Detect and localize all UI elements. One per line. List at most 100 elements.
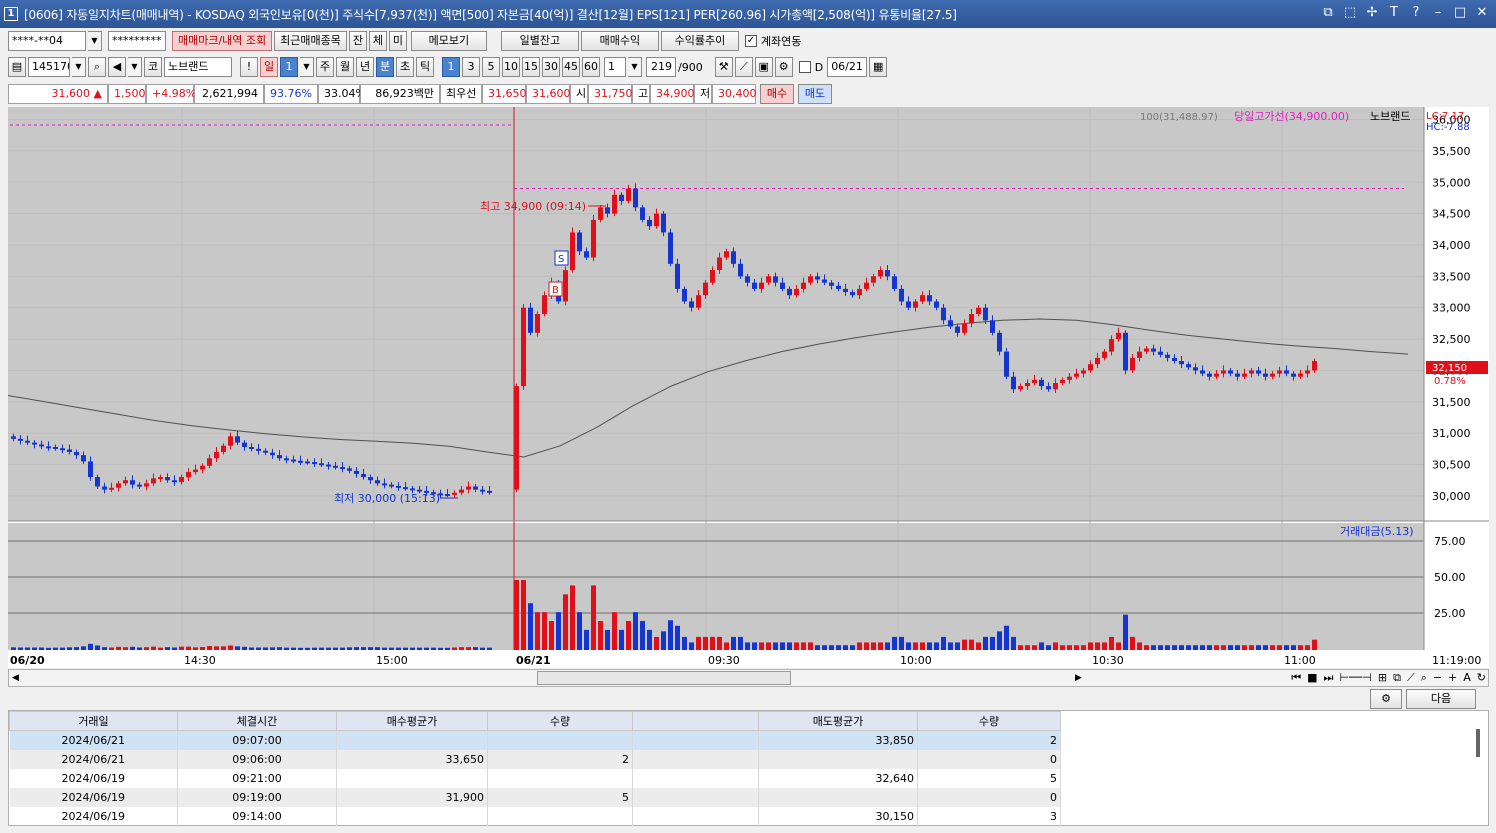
candlestick-chart[interactable]: 36,00035,50035,00034,50034,00033,50033,0…: [8, 107, 1489, 667]
zoom-slider-icon[interactable]: ⊢──⊣: [1339, 670, 1371, 686]
candle-body: [39, 444, 44, 447]
grid-settings-icon[interactable]: ⚙: [1370, 689, 1402, 709]
volume-bar: [535, 612, 540, 650]
table-row[interactable]: 2024/06/19 09:19:00 31,900 5 0: [9, 787, 1061, 807]
indicator-icon[interactable]: ⚒: [714, 57, 733, 77]
balance-button[interactable]: 잔: [348, 31, 367, 51]
link-icon[interactable]: ⧉: [1320, 5, 1336, 20]
interval-1[interactable]: 1: [442, 57, 460, 77]
candle-body: [333, 465, 338, 468]
scroll-left-icon[interactable]: ◀: [12, 670, 19, 686]
date-checkbox[interactable]: [798, 61, 811, 73]
calendar-icon[interactable]: ▦: [869, 57, 888, 77]
volume-bar: [403, 647, 408, 650]
font-icon[interactable]: T: [1386, 5, 1402, 20]
volume-bar: [962, 639, 967, 650]
sell-button[interactable]: 매도: [798, 84, 832, 104]
close-icon[interactable]: ✕: [1474, 5, 1490, 20]
daily-balance-button[interactable]: 일별잔고: [500, 31, 579, 51]
scroll-thumb[interactable]: [537, 671, 791, 685]
volume-bar: [766, 642, 771, 650]
stock-code-input[interactable]: 145170: [28, 57, 70, 77]
volume-bar: [1144, 645, 1149, 650]
speaker-icon[interactable]: ◀: [108, 57, 126, 77]
chart-scrollbar[interactable]: ◀ ▶ ⏮ ■ ⏭ ⊢──⊣ ⊞ ⧉ ⟋ ⌕ − + A ↻: [8, 669, 1489, 687]
table-row[interactable]: 2024/06/19 09:14:00 30,150 3: [9, 806, 1061, 826]
search-icon[interactable]: ⌕: [88, 57, 106, 77]
refresh-icon[interactable]: ↻: [1477, 670, 1486, 686]
alert-button[interactable]: !: [240, 57, 258, 77]
period-day-count[interactable]: 1: [280, 57, 298, 77]
period-tick[interactable]: 틱: [416, 57, 434, 77]
password-input[interactable]: *********: [108, 31, 166, 51]
volume-bar: [347, 647, 352, 650]
price-pane[interactable]: [8, 107, 1424, 521]
scroll-right-icon[interactable]: ▶: [1075, 670, 1082, 686]
volume-bar: [417, 647, 422, 650]
interval-30[interactable]: 30: [542, 57, 560, 77]
unfilled-button[interactable]: 미: [388, 31, 407, 51]
buy-button[interactable]: 매수: [760, 84, 794, 104]
table-cell: [336, 768, 488, 788]
interval-10[interactable]: 10: [502, 57, 520, 77]
period-dropdown-icon[interactable]: ▼: [300, 57, 314, 77]
account-dropdown-icon[interactable]: ▼: [88, 31, 102, 51]
interval-15[interactable]: 15: [522, 57, 540, 77]
candle-body: [1151, 348, 1156, 352]
candle-body: [326, 464, 331, 467]
date-input[interactable]: 06/21: [827, 57, 868, 77]
trade-profit-button[interactable]: 매매수익: [580, 31, 659, 51]
share-icon[interactable]: ⬚: [1342, 5, 1358, 20]
zoom-icon[interactable]: ⌕: [1421, 670, 1427, 686]
first-icon[interactable]: ⏮: [1291, 670, 1301, 686]
code-search-icon[interactable]: ▤: [8, 57, 26, 77]
stop-icon[interactable]: ■: [1307, 670, 1317, 686]
drawing-icon[interactable]: ⟋: [734, 57, 753, 77]
recent-trades-button[interactable]: 최근매매종목: [274, 31, 347, 51]
trade-marks-button[interactable]: 매매마크/내역 조회: [172, 31, 273, 51]
period-week[interactable]: 주: [316, 57, 334, 77]
trend-icon[interactable]: ⟋: [1407, 670, 1415, 686]
time-tick-label: 09:30: [708, 654, 740, 667]
table-row[interactable]: 2024/06/19 09:21:00 32,640 5: [9, 768, 1061, 788]
account-input[interactable]: ****-**04: [8, 31, 86, 51]
save-icon[interactable]: ▣: [754, 57, 773, 77]
multiplier-dropdown-icon[interactable]: ▼: [628, 57, 642, 77]
interval-45[interactable]: 45: [562, 57, 580, 77]
table-row[interactable]: 2024/06/21 09:07:00 33,850 2: [9, 730, 1061, 750]
profit-trend-button[interactable]: 수익률추이: [660, 31, 739, 51]
speaker-dropdown-icon[interactable]: ▼: [128, 57, 142, 77]
interval-60[interactable]: 60: [582, 57, 600, 77]
filled-button[interactable]: 체: [368, 31, 387, 51]
pin-icon[interactable]: ✢: [1364, 5, 1380, 20]
interval-5[interactable]: 5: [482, 57, 500, 77]
help-icon[interactable]: ?: [1408, 5, 1424, 20]
count-input[interactable]: 219: [646, 57, 676, 77]
settings-icon[interactable]: ⚙: [774, 57, 793, 77]
account-link-checkbox[interactable]: ✓: [744, 35, 757, 47]
interval-3[interactable]: 3: [462, 57, 480, 77]
maximize-icon[interactable]: □: [1452, 5, 1468, 20]
text-icon[interactable]: A: [1463, 670, 1471, 686]
period-month[interactable]: 월: [336, 57, 354, 77]
volume-bar: [542, 612, 547, 650]
candle-body: [116, 483, 121, 488]
copy-icon[interactable]: ⧉: [1393, 670, 1401, 686]
code-dropdown-icon[interactable]: ▼: [72, 57, 86, 77]
last-icon[interactable]: ⏭: [1324, 670, 1334, 686]
memo-button[interactable]: 메모보기: [410, 31, 487, 51]
table-row[interactable]: 2024/06/21 09:06:00 33,650 2 0: [9, 749, 1061, 769]
volume-pane[interactable]: [8, 523, 1424, 650]
table-scrollbar[interactable]: [1476, 729, 1480, 757]
minimize-icon[interactable]: –: [1430, 5, 1446, 20]
table-cell: 09:14:00: [177, 806, 337, 826]
period-year[interactable]: 년: [356, 57, 374, 77]
multiplier-input[interactable]: 1: [604, 57, 626, 77]
period-minute[interactable]: 분: [376, 57, 394, 77]
period-day[interactable]: 일: [260, 57, 278, 77]
period-second[interactable]: 초: [396, 57, 414, 77]
next-button[interactable]: 다음: [1406, 689, 1476, 709]
layout-icon[interactable]: ⊞: [1378, 670, 1387, 686]
plus-icon[interactable]: +: [1448, 670, 1457, 686]
minus-icon[interactable]: −: [1433, 670, 1442, 686]
